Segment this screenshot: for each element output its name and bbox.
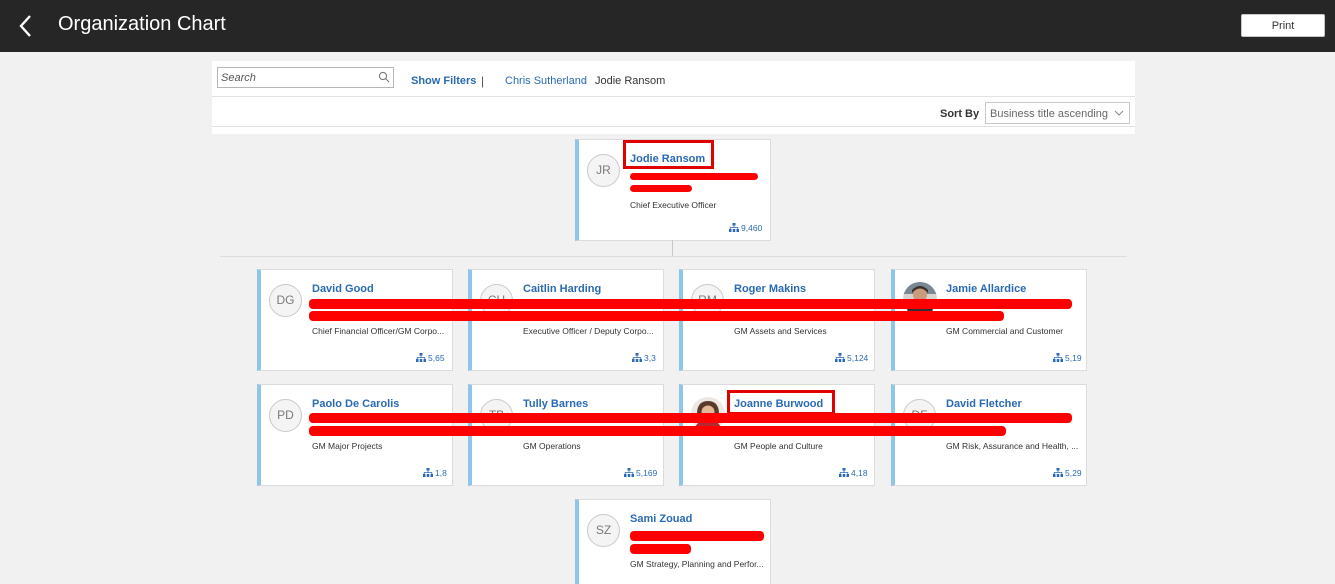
- person-title: GM Operations: [523, 441, 581, 451]
- org-tree-icon: [1053, 468, 1063, 477]
- report-count-value: 3,3: [644, 353, 656, 363]
- org-tree-icon: [729, 223, 739, 232]
- name-highlight-box: [623, 140, 714, 169]
- org-tree-icon: [624, 468, 634, 477]
- back-icon[interactable]: [16, 13, 36, 39]
- person-title: GM Strategy, Planning and Perfor...: [630, 559, 764, 569]
- breadcrumb-chevron-icon: ›: [583, 75, 586, 85]
- name-highlight-box: [727, 390, 835, 415]
- search-field[interactable]: [217, 67, 394, 88]
- sort-by-select[interactable]: Business title ascending: [985, 102, 1130, 124]
- report-count[interactable]: 4,18: [839, 468, 868, 478]
- person-name[interactable]: David Good: [312, 283, 374, 295]
- person-name[interactable]: Tully Barnes: [523, 398, 588, 410]
- org-tree-icon: [835, 353, 845, 362]
- root-person-card[interactable]: JR Jodie Ransom Chief Executive Officer …: [575, 139, 771, 241]
- report-count-value: 5,19: [1065, 353, 1082, 363]
- connector: [672, 240, 673, 256]
- top-bar: Organization Chart Print: [0, 0, 1335, 52]
- org-tree-icon: [1053, 353, 1063, 362]
- divider: [212, 96, 1135, 97]
- org-tree-icon: [416, 353, 426, 362]
- redaction-bar: [630, 173, 758, 180]
- report-count-value: 5,124: [847, 353, 869, 363]
- report-count-value: 5,65: [428, 353, 445, 363]
- breadcrumb-chris-sutherland[interactable]: Chris Sutherland: [505, 75, 587, 87]
- report-count-value: 1,8: [435, 468, 447, 478]
- person-name[interactable]: Roger Makins: [734, 283, 806, 295]
- person-name[interactable]: Sami Zouad: [630, 513, 692, 525]
- person-title: GM Commercial and Customer: [946, 326, 1064, 336]
- redaction-bar: [630, 531, 764, 541]
- search-input[interactable]: [221, 70, 371, 85]
- person-title: Executive Officer / Deputy Corpo...: [523, 326, 654, 336]
- redaction-bar: [309, 413, 1072, 423]
- show-filters-link[interactable]: Show Filters: [411, 75, 476, 87]
- org-tree-icon: [632, 353, 642, 362]
- search-icon[interactable]: [378, 71, 390, 83]
- redaction-bar: [630, 544, 691, 554]
- page-title: Organization Chart: [58, 13, 226, 35]
- avatar: PD: [269, 399, 302, 432]
- divider: [212, 126, 1135, 127]
- person-name[interactable]: Jamie Allardice: [946, 283, 1026, 295]
- person-title: Chief Financial Officer/GM Corpo...: [312, 326, 445, 336]
- report-count-value: 5,29: [1065, 468, 1082, 478]
- person-title: Chief Executive Officer: [630, 200, 717, 210]
- person-name[interactable]: Paolo De Carolis: [312, 398, 399, 410]
- sort-by-value: Business title ascending: [990, 108, 1109, 120]
- report-count[interactable]: 5,169: [624, 468, 657, 478]
- connector: [220, 256, 1127, 257]
- person-card[interactable]: SZ Sami Zouad GM Strategy, Planning and …: [575, 499, 771, 584]
- report-count-value: 4,18: [851, 468, 868, 478]
- separator: |: [481, 74, 485, 88]
- redaction-bar: [309, 299, 1072, 309]
- person-title: GM Assets and Services: [734, 326, 827, 336]
- report-count-value: 5,169: [636, 468, 658, 478]
- report-count[interactable]: 1,8: [423, 468, 447, 478]
- breadcrumb-jodie-ransom: Jodie Ransom: [595, 75, 666, 87]
- person-title: GM Major Projects: [312, 441, 383, 451]
- sort-by-label: Sort By: [940, 108, 980, 120]
- report-count[interactable]: 5,19: [1053, 353, 1082, 363]
- report-count[interactable]: 3,3: [632, 353, 656, 363]
- report-count[interactable]: 9,460: [729, 223, 762, 233]
- print-button[interactable]: Print: [1241, 14, 1325, 37]
- avatar: SZ: [587, 514, 620, 547]
- report-count[interactable]: 5,65: [416, 353, 445, 363]
- chevron-down-icon: [1114, 110, 1124, 116]
- org-tree-icon: [839, 468, 849, 477]
- person-title: GM Risk, Assurance and Health, ...: [946, 441, 1079, 451]
- redaction-bar: [630, 185, 692, 192]
- org-tree-icon: [423, 468, 433, 477]
- report-count-value: 9,460: [741, 223, 763, 233]
- report-count[interactable]: 5,124: [835, 353, 868, 363]
- person-name[interactable]: David Fletcher: [946, 398, 1022, 410]
- report-count[interactable]: 5,29: [1053, 468, 1082, 478]
- avatar: JR: [587, 154, 620, 187]
- redaction-bar: [309, 426, 1006, 436]
- person-title: GM People and Culture: [734, 441, 823, 451]
- avatar: DG: [269, 284, 302, 317]
- person-name[interactable]: Caitlin Harding: [523, 283, 601, 295]
- redaction-bar: [309, 311, 1004, 321]
